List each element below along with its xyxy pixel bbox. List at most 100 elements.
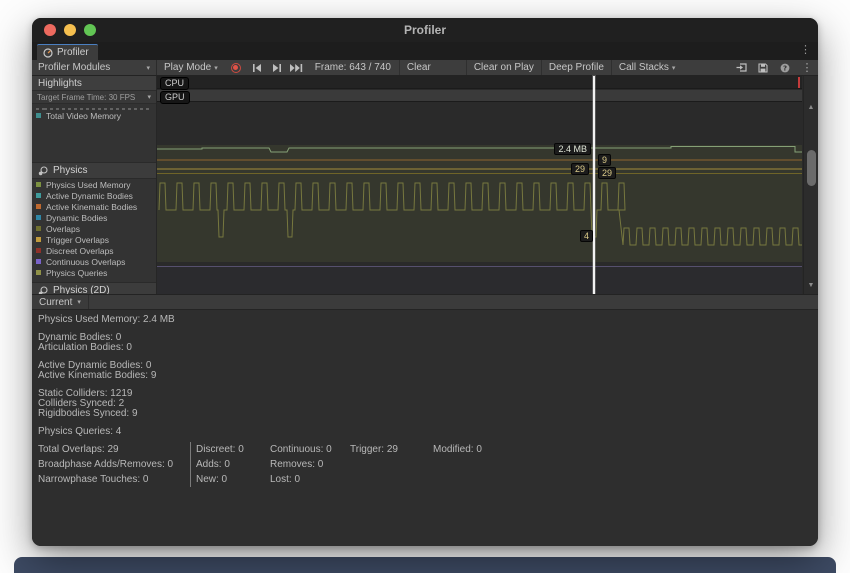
load-profile-icon xyxy=(736,63,747,72)
current-frame-icon xyxy=(290,64,303,72)
detail-table-cell: Lost: 0 xyxy=(270,472,350,487)
detail-line: Rigidbodies Synced: 9 xyxy=(38,409,818,419)
legend-item[interactable]: Trigger Overlaps xyxy=(32,234,156,245)
detail-table-row: Total Overlaps: 29Discreet: 0Continuous:… xyxy=(38,442,818,457)
chevron-down-icon: ▾ xyxy=(77,298,81,306)
clipped-legend-row xyxy=(36,104,152,110)
chart-value-badge: 9 xyxy=(598,154,611,166)
background-window-edge xyxy=(14,557,836,573)
video-memory-dot xyxy=(36,113,41,118)
chevron-down-icon: ▾ xyxy=(214,64,218,72)
detail-table-cell: Modified: 0 xyxy=(433,442,523,457)
deep-profile-button[interactable]: Deep Profile xyxy=(542,60,611,75)
legend-item-total-video-memory[interactable]: Total Video Memory xyxy=(32,110,156,121)
tab-bar: Profiler ⋮ xyxy=(32,42,818,60)
scroll-down-icon[interactable]: ▼ xyxy=(804,282,818,290)
next-frame-button[interactable] xyxy=(267,60,287,75)
prev-frame-button[interactable] xyxy=(247,60,267,75)
tab-context-menu-icon[interactable]: ⋮ xyxy=(800,45,811,56)
legend-color-dot xyxy=(36,226,41,231)
legend-label: Continuous Overlaps xyxy=(46,257,125,267)
legend-item[interactable]: Physics Queries xyxy=(32,267,156,278)
clear-button[interactable]: Clear xyxy=(400,60,438,75)
scrollbar-thumb[interactable] xyxy=(807,150,816,186)
legend-label: Trigger Overlaps xyxy=(46,235,109,245)
chart-value-badge: 29 xyxy=(598,167,616,179)
legend-label: Active Dynamic Bodies xyxy=(46,191,133,201)
physics-chart[interactable] xyxy=(157,145,802,262)
help-button[interactable]: ? xyxy=(774,60,796,75)
detail-table-cell: Total Overlaps: 29 xyxy=(38,442,190,457)
legend-label: Overlaps xyxy=(46,224,80,234)
legend-label: Physics Queries xyxy=(46,268,107,278)
physics-legend: Physics Used MemoryActive Dynamic Bodies… xyxy=(32,179,156,278)
gpu-badge: GPU xyxy=(160,91,190,104)
legend-item[interactable]: Continuous Overlaps xyxy=(32,256,156,267)
legend-color-dot xyxy=(36,270,41,275)
highlights-header[interactable]: Highlights xyxy=(32,76,156,91)
tab-profiler[interactable]: Profiler xyxy=(37,44,98,60)
details-toolbar: Current ▾ xyxy=(32,294,818,310)
chevron-down-icon: ▾ xyxy=(672,64,676,72)
next-frame-icon xyxy=(272,64,282,72)
detail-line: Static Colliders: 1219 xyxy=(38,389,818,399)
profiler-window: Profiler Profiler ⋮ xyxy=(32,18,818,546)
scroll-up-icon[interactable]: ▲ xyxy=(804,104,818,112)
profiler-modules-dropdown[interactable]: Profiler Modules ▾ xyxy=(32,60,157,75)
legend-color-dot xyxy=(36,215,41,220)
call-stacks-dropdown[interactable]: Call Stacks ▾ xyxy=(612,60,683,75)
legend-color-dot xyxy=(36,259,41,264)
legend-color-dot xyxy=(36,204,41,209)
physics2d-module-header[interactable]: Physics (2D) xyxy=(32,282,156,294)
chart-value-badge: 4 xyxy=(580,230,593,242)
legend-item[interactable]: Dynamic Bodies xyxy=(32,212,156,223)
chart-value-badge: 29 xyxy=(571,163,589,175)
detail-table-cell: Discreet: 0 xyxy=(190,442,270,457)
legend-item[interactable]: Physics Used Memory xyxy=(32,179,156,190)
prev-frame-icon xyxy=(252,64,262,72)
profiler-toolbar: Profiler Modules ▾ Play Mode ▾ xyxy=(32,60,818,76)
physics-icon xyxy=(38,166,48,176)
detail-table-cell: Broadphase Adds/Removes: 0 xyxy=(38,457,190,472)
frame-selector-dropdown[interactable]: Current ▾ xyxy=(32,295,89,309)
detail-table-cell xyxy=(433,472,523,487)
chart-value-badge: 2.4 MB xyxy=(554,143,591,155)
gpu-chart-row[interactable]: GPU xyxy=(157,90,802,102)
window-titlebar: Profiler xyxy=(32,18,818,42)
legend-item[interactable]: Active Kinematic Bodies xyxy=(32,201,156,212)
target-frame-time-dropdown[interactable]: Target Frame Time: 30 FPS ▾ xyxy=(32,91,156,104)
clear-on-play-button[interactable]: Clear on Play xyxy=(467,60,541,75)
series-physics-used-memory xyxy=(157,147,802,153)
legend-color-dot xyxy=(36,248,41,253)
legend-item[interactable]: Discreet Overlaps xyxy=(32,245,156,256)
svg-text:?: ? xyxy=(783,64,787,72)
play-mode-dropdown[interactable]: Play Mode ▾ xyxy=(157,60,225,75)
legend-label: Discreet Overlaps xyxy=(46,246,114,256)
load-profile-button[interactable] xyxy=(730,60,752,75)
detail-table-cell: Narrowphase Touches: 0 xyxy=(38,472,190,487)
cpu-badge: CPU xyxy=(160,77,189,90)
detail-table-cell xyxy=(350,457,433,472)
record-button[interactable] xyxy=(225,60,247,75)
save-profile-button[interactable] xyxy=(752,60,774,75)
detail-line: Colliders Synced: 2 xyxy=(38,399,818,409)
frame-counter: Frame: 643 / 740 xyxy=(307,62,399,73)
toolbar-context-menu-icon[interactable]: ⋮ xyxy=(796,60,818,75)
detail-table-cell xyxy=(350,472,433,487)
legend-label: Dynamic Bodies xyxy=(46,213,107,223)
legend-item[interactable]: Overlaps xyxy=(32,223,156,234)
legend-color-dot xyxy=(36,182,41,187)
physics2d-chart[interactable] xyxy=(157,266,802,294)
legend-item[interactable]: Active Dynamic Bodies xyxy=(32,190,156,201)
chevron-down-icon: ▾ xyxy=(146,64,150,72)
chart-column[interactable]: CPU GPU 2.4 MB929294 xyxy=(157,76,802,294)
detail-lines: Physics Used Memory: 2.4 MBDynamic Bodie… xyxy=(38,315,818,437)
detail-table-cell: New: 0 xyxy=(190,472,270,487)
cpu-chart-row[interactable]: CPU xyxy=(157,76,802,89)
detail-line: Physics Queries: 4 xyxy=(38,427,818,437)
current-frame-button[interactable] xyxy=(287,60,307,75)
selected-frame-playhead[interactable] xyxy=(593,76,595,294)
chart-vertical-scrollbar[interactable]: ▲ ▼ xyxy=(803,76,818,294)
physics-module-header[interactable]: Physics xyxy=(32,162,156,179)
legend-label: Active Kinematic Bodies xyxy=(46,202,137,212)
